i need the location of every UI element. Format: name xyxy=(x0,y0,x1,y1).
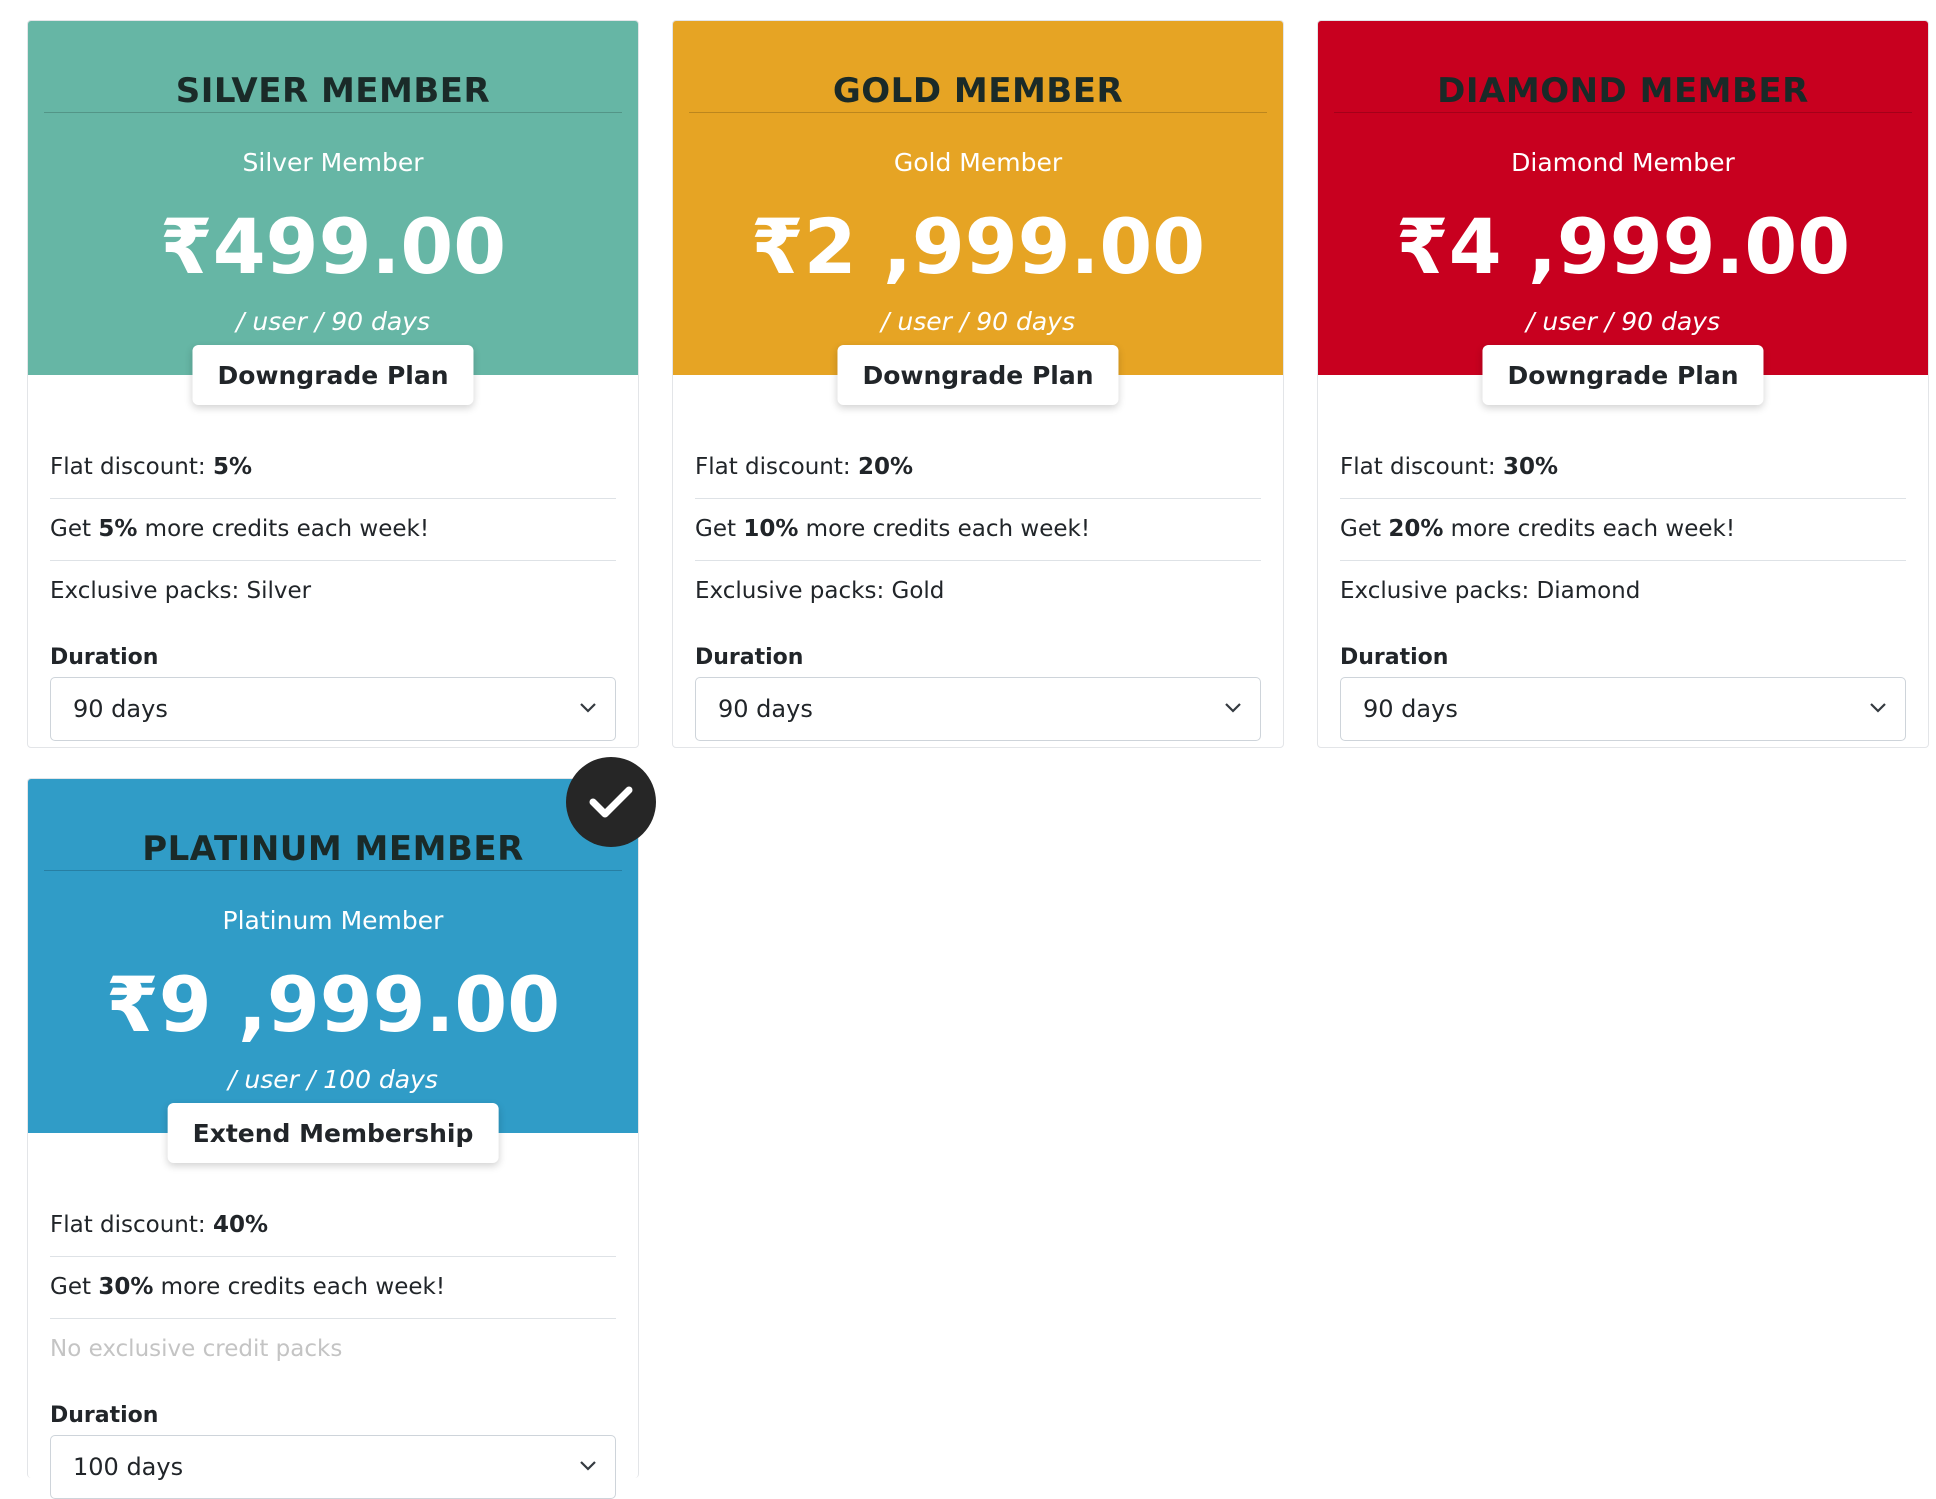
plan-header: PLATINUM MEMBER Platinum Member ₹9 ,999.… xyxy=(28,779,638,1163)
plan-card-silver: SILVER MEMBER Silver Member ₹499.00 / us… xyxy=(27,20,639,748)
plan-price: ₹499.00 xyxy=(159,202,507,291)
feature-list: Flat discount: 5% Get 5% more credits ea… xyxy=(50,437,616,622)
downgrade-plan-button[interactable]: Downgrade Plan xyxy=(1482,345,1764,405)
feature-exclusive-packs: Exclusive packs: Diamond xyxy=(1340,578,1641,604)
duration-selected-value: 90 days xyxy=(718,695,813,723)
plan-subtitle: Gold Member xyxy=(893,148,1063,177)
duration-selected-value: 100 days xyxy=(73,1453,184,1481)
plan-title: DIAMOND MEMBER xyxy=(1437,71,1809,111)
feature-flat-discount: Flat discount: 20% xyxy=(695,437,1261,499)
feature-flat-discount: Flat discount: 5% xyxy=(50,437,616,499)
extend-membership-button[interactable]: Extend Membership xyxy=(167,1103,499,1163)
feature-exclusive-packs: Exclusive packs: Gold xyxy=(695,578,945,604)
feature-list: Flat discount: 40% Get 30% more credits … xyxy=(50,1195,616,1380)
duration-select[interactable]: 90 days xyxy=(1340,677,1906,741)
plan-price: ₹4 ,999.00 xyxy=(1395,202,1851,291)
feature-exclusive-packs: Exclusive packs: Silver xyxy=(50,578,312,604)
duration-selected-value: 90 days xyxy=(73,695,168,723)
feature-weekly-credits: Get 30% more credits each week! xyxy=(50,1257,616,1319)
feature-weekly-credits: Get 5% more credits each week! xyxy=(50,499,616,561)
duration-select[interactable]: 90 days xyxy=(695,677,1261,741)
feature-weekly-credits: Get 20% more credits each week! xyxy=(1340,499,1906,561)
plan-subtitle: Silver Member xyxy=(242,148,424,177)
chevron-down-icon xyxy=(580,703,596,713)
plan-card-diamond: DIAMOND MEMBER Diamond Member ₹4 ,999.00… xyxy=(1317,20,1929,748)
feature-flat-discount: Flat discount: 30% xyxy=(1340,437,1906,499)
plan-title: GOLD MEMBER xyxy=(832,71,1124,111)
duration-label: Duration xyxy=(50,1403,159,1428)
duration-select[interactable]: 100 days xyxy=(50,1435,616,1499)
plan-header: SILVER MEMBER Silver Member ₹499.00 / us… xyxy=(28,21,638,405)
divider xyxy=(1334,112,1912,113)
feature-weekly-credits: Get 10% more credits each week! xyxy=(695,499,1261,561)
duration-label: Duration xyxy=(1340,645,1449,670)
duration-selected-value: 90 days xyxy=(1363,695,1458,723)
chevron-down-icon xyxy=(1225,703,1241,713)
plan-period: / user / 90 days xyxy=(881,307,1075,336)
plan-subtitle: Diamond Member xyxy=(1511,148,1735,177)
divider xyxy=(689,112,1267,113)
plan-header: GOLD MEMBER Gold Member ₹2 ,999.00 / use… xyxy=(673,21,1283,405)
plan-title: SILVER MEMBER xyxy=(175,71,491,111)
plan-card-platinum: PLATINUM MEMBER Platinum Member ₹9 ,999.… xyxy=(27,778,639,1499)
plan-header: DIAMOND MEMBER Diamond Member ₹4 ,999.00… xyxy=(1318,21,1928,405)
downgrade-plan-button[interactable]: Downgrade Plan xyxy=(837,345,1119,405)
plan-card-gold: GOLD MEMBER Gold Member ₹2 ,999.00 / use… xyxy=(672,20,1284,748)
duration-select[interactable]: 90 days xyxy=(50,677,616,741)
plan-subtitle: Platinum Member xyxy=(222,906,444,935)
plan-title: PLATINUM MEMBER xyxy=(142,829,524,869)
divider xyxy=(44,870,622,871)
plan-period: / user / 100 days xyxy=(228,1065,438,1094)
downgrade-plan-button[interactable]: Downgrade Plan xyxy=(192,345,474,405)
plan-price: ₹9 ,999.00 xyxy=(105,960,561,1049)
current-plan-checkmark-icon xyxy=(566,757,656,847)
feature-list: Flat discount: 20% Get 10% more credits … xyxy=(695,437,1261,622)
plan-period: / user / 90 days xyxy=(236,307,430,336)
chevron-down-icon xyxy=(580,1461,596,1471)
chevron-down-icon xyxy=(1870,703,1886,713)
duration-label: Duration xyxy=(695,645,804,670)
plan-price: ₹2 ,999.00 xyxy=(750,202,1206,291)
feature-flat-discount: Flat discount: 40% xyxy=(50,1195,616,1257)
checkmark-icon xyxy=(589,786,633,818)
divider xyxy=(44,112,622,113)
feature-no-exclusive-packs: No exclusive credit packs xyxy=(50,1336,343,1362)
feature-list: Flat discount: 30% Get 20% more credits … xyxy=(1340,437,1906,622)
duration-label: Duration xyxy=(50,645,159,670)
plan-period: / user / 90 days xyxy=(1526,307,1720,336)
